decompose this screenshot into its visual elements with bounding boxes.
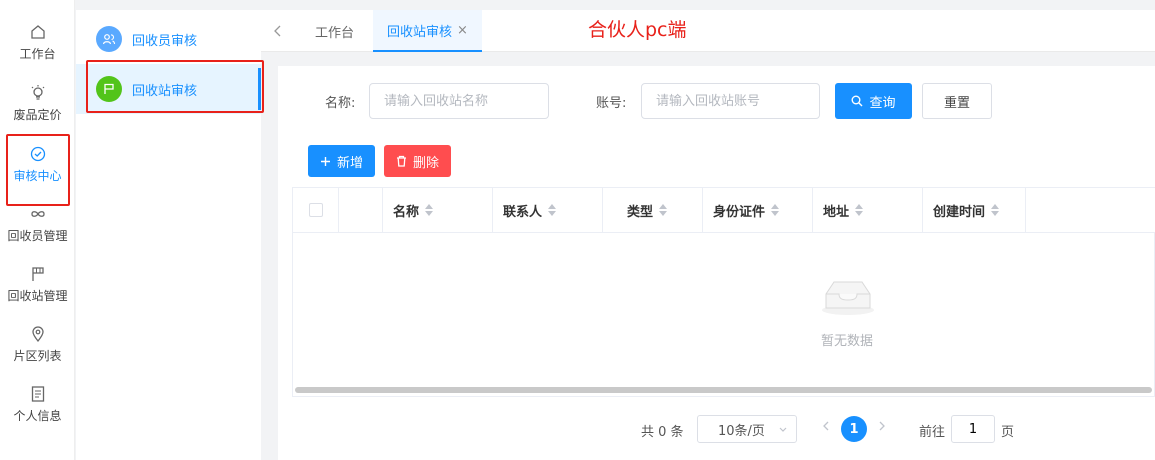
delete-button-label: 删除 [412,155,439,171]
sort-icon[interactable] [991,204,1000,216]
sort-icon[interactable] [855,204,864,216]
location-pin-icon [31,325,44,342]
flag-icon [96,76,122,102]
table-header: 名称 联系人 类型 身份证件 地址 创建时间 [293,188,1155,233]
rail-item-label: 个人信息 [13,408,62,423]
tab-label: 工作台 [315,25,355,41]
rail-item-label: 审核中心 [13,168,62,183]
column-header-contact[interactable]: 联系人 [493,188,603,232]
page-suffix-label: 页 [1001,425,1015,440]
horizontal-scrollbar[interactable] [295,387,1152,393]
column-header-created-time[interactable]: 创建时间 [923,188,1026,232]
goto-page-input[interactable] [951,415,995,443]
query-button[interactable]: 查询 [835,83,912,119]
people-icon [96,26,122,52]
tab-label: 回收站审核 [387,24,453,40]
search-icon [851,95,863,107]
rail-item-pricing[interactable]: 废品定价 [0,75,75,131]
column-header-label: 地址 [823,204,850,220]
sort-icon[interactable] [425,204,434,216]
column-header-label: 类型 [627,204,654,220]
goto-label: 前往 [919,425,946,440]
select-all-checkbox[interactable] [309,203,323,217]
name-label: 名称: [325,96,356,111]
infinity-icon [30,210,45,217]
tabs-bar: 工作台 回收站审核 × [261,10,1155,52]
column-header-label: 创建时间 [933,204,986,220]
rail-item-audit-center[interactable]: 审核中心 [0,136,75,192]
reset-button[interactable]: 重置 [922,83,992,119]
select-all-cell [293,188,339,232]
prev-page-icon[interactable] [822,420,830,436]
sort-icon[interactable] [548,204,557,216]
rail-item-label: 回收站管理 [7,288,68,303]
column-header-label: 身份证件 [713,204,766,220]
empty-inbox-icon [822,281,874,315]
document-icon [31,385,44,402]
column-header-label: 联系人 [503,204,543,220]
rail-item-station-mgmt[interactable]: 回收站管理 [0,256,75,312]
page-size-select[interactable]: 10条/页 [697,415,797,443]
account-label: 账号: [596,96,627,111]
rail-item-label: 回收员管理 [7,228,68,243]
page-number-current[interactable]: 1 [841,416,867,442]
submenu-item-station-audit[interactable]: 回收站审核 [76,64,261,114]
lightbulb-icon [31,84,44,100]
plus-icon [320,156,330,166]
flag-icon [31,266,44,281]
reset-button-label: 重置 [943,95,970,111]
tab-workbench[interactable]: 工作台 [315,10,354,52]
rail-item-profile[interactable]: 个人信息 [0,376,75,432]
check-circle-icon [30,146,45,161]
trash-icon [396,155,406,167]
rail-item-label: 工作台 [19,46,56,61]
add-button[interactable]: 新增 [308,145,375,177]
add-button-label: 新增 [336,155,363,171]
column-header-id-document[interactable]: 身份证件 [703,188,813,232]
chevron-down-icon [779,427,787,432]
tab-station-audit[interactable]: 回收站审核 × [373,10,482,52]
column-header-type[interactable]: 类型 [603,188,703,232]
rail-item-label: 片区列表 [13,348,62,363]
column-header-address[interactable]: 地址 [813,188,923,232]
name-search-input[interactable] [369,83,549,119]
icon-rail: 工作台 废品定价 审核中心 回收员管理 回收站管理 片区列表 个人信息 [0,0,75,460]
account-search-input[interactable] [641,83,820,119]
sort-icon[interactable] [771,204,780,216]
index-column-header [339,188,383,232]
chevron-left-icon[interactable] [273,10,283,52]
empty-state-text: 暂无数据 [821,334,874,349]
page-size-value: 10条/页 [718,423,765,439]
query-button-label: 查询 [869,95,896,111]
sort-icon[interactable] [659,204,668,216]
close-icon[interactable]: × [457,23,468,38]
submenu-item-label: 回收员审核 [132,33,198,49]
column-header-name[interactable]: 名称 [383,188,493,232]
rail-item-label: 废品定价 [13,107,62,122]
home-icon [30,24,45,39]
next-page-icon[interactable] [878,420,886,436]
submenu-item-label: 回收站审核 [132,83,198,99]
rail-item-workbench[interactable]: 工作台 [0,14,75,70]
annotation-text: 合伙人pc端 [588,19,687,41]
rail-item-district-list[interactable]: 片区列表 [0,316,75,372]
secondary-menu: 回收员审核 回收站审核 [76,10,261,460]
pagination-total: 共 0 条 [641,425,684,440]
column-header-label: 名称 [393,204,420,220]
delete-button[interactable]: 删除 [384,145,451,177]
data-table: 名称 联系人 类型 身份证件 地址 创建时间 暂无数据 [292,187,1155,397]
rail-item-recycler-mgmt[interactable]: 回收员管理 [0,196,75,252]
submenu-item-recycler-audit[interactable]: 回收员审核 [76,14,261,64]
